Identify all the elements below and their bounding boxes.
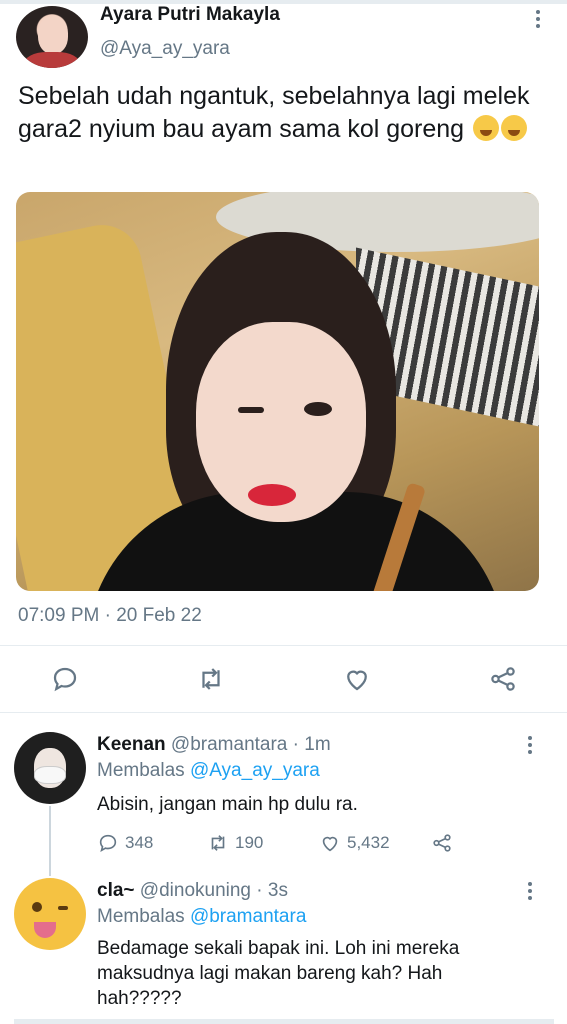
retweet-icon[interactable]: [196, 664, 226, 694]
reply-time: · 1m: [292, 734, 331, 755]
like-count[interactable]: 5,432: [319, 832, 390, 854]
reply-author[interactable]: cla~ @dinokuning · 3s: [97, 880, 288, 902]
thread-line: [49, 806, 51, 876]
reply-author-name: cla~: [97, 880, 135, 901]
retweet-count[interactable]: 190: [207, 832, 263, 854]
reply-avatar[interactable]: [14, 878, 86, 950]
crying-face-emoji-icon: [473, 115, 500, 141]
replying-mention[interactable]: @bramantara: [190, 906, 306, 927]
replying-mention[interactable]: @Aya_ay_yara: [190, 760, 320, 781]
reply-count-value: 348: [125, 833, 154, 852]
reply-author[interactable]: Keenan @bramantara · 1m: [97, 734, 331, 756]
replying-prefix: Membalas: [97, 906, 185, 927]
reply-icon[interactable]: [50, 664, 80, 694]
reply-text: Abisin, jangan main hp dulu ra.: [97, 794, 358, 815]
like-icon[interactable]: [342, 664, 372, 694]
share-icon: [433, 834, 451, 852]
more-options-icon[interactable]: [528, 10, 548, 32]
reply-time: · 3s: [256, 880, 288, 901]
tweet-text: Sebelah udah ngantuk, sebelahnya lagi me…: [18, 80, 548, 146]
divider: [0, 712, 567, 713]
rolling-laughing-emoji-icon: [501, 115, 528, 141]
reply-icon: [99, 834, 117, 853]
more-options-icon[interactable]: [520, 882, 540, 904]
retweet-count-value: 190: [235, 833, 264, 852]
reply-author-handle: @bramantara: [170, 734, 288, 755]
reply-count[interactable]: 348: [97, 832, 153, 854]
author-avatar[interactable]: [16, 6, 88, 68]
replying-to: Membalas @bramantara: [97, 906, 306, 928]
tweet-photo[interactable]: [16, 192, 539, 591]
like-count-value: 5,432: [347, 833, 390, 852]
author-name[interactable]: Ayara Putri Makayla: [100, 4, 280, 26]
tweet-timestamp: 07:09 PM · 20 Feb 22: [18, 605, 202, 626]
reply-avatar[interactable]: [14, 732, 86, 804]
author-handle[interactable]: @Aya_ay_yara: [100, 38, 230, 60]
share-icon[interactable]: [488, 664, 518, 694]
replying-to: Membalas @Aya_ay_yara: [97, 760, 320, 782]
divider: [0, 645, 567, 646]
next-reply-peek: [14, 1019, 554, 1024]
like-icon: [322, 836, 338, 852]
share-button[interactable]: [431, 832, 453, 854]
replying-prefix: Membalas: [97, 760, 185, 781]
reply-author-handle: @dinokuning: [139, 880, 251, 901]
reply-text: Bedamage sekali bapak ini. Loh ini merek…: [97, 938, 460, 1009]
tweet-body: Sebelah udah ngantuk, sebelahnya lagi me…: [18, 82, 530, 143]
reply-author-name: Keenan: [97, 734, 166, 755]
retweet-icon: [211, 835, 225, 851]
more-options-icon[interactable]: [520, 736, 540, 758]
top-divider: [0, 0, 567, 4]
